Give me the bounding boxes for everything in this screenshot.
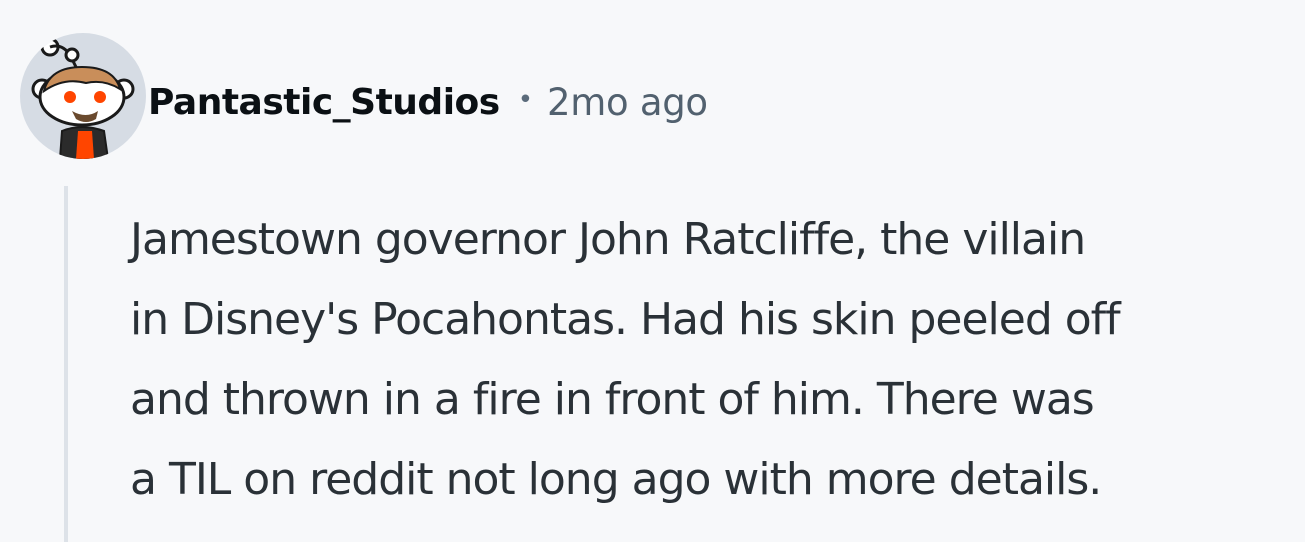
comment: Pantastic_Studios • 2mo ago Jamestown go… <box>0 0 1305 542</box>
comment-body: Jamestown governor John Ratcliffe, the v… <box>130 214 1121 505</box>
meta-separator: • <box>517 85 534 115</box>
avatar[interactable] <box>20 33 146 159</box>
thread-line[interactable] <box>64 186 68 542</box>
username-link[interactable]: Pantastic_Studios <box>148 82 500 123</box>
snoo-avatar-icon <box>31 37 135 159</box>
comment-header: Pantastic_Studios • 2mo ago <box>148 76 708 128</box>
comment-timestamp[interactable]: 2mo ago <box>547 81 708 124</box>
